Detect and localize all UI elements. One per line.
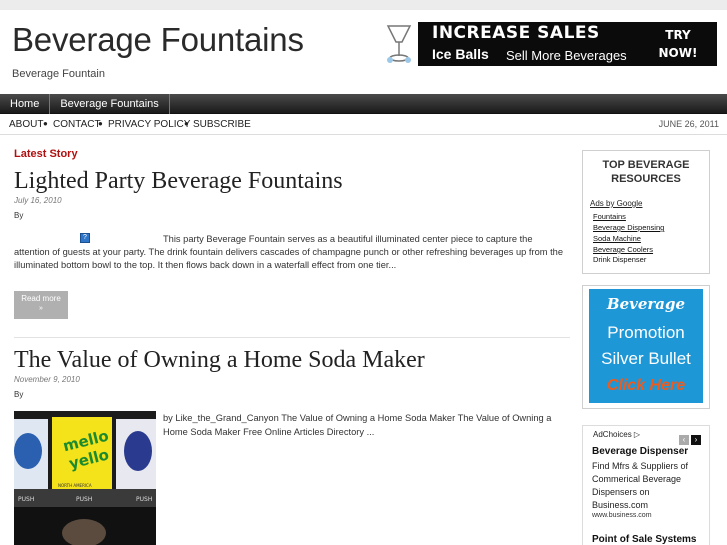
subnav-subscribe[interactable]: SUBSCRIBE (193, 119, 251, 130)
read-more-arrow: » (39, 305, 43, 312)
banner-tagline: Sell More Beverages (506, 48, 627, 63)
section-label: Latest Story (14, 148, 78, 160)
post-excerpt: This party Beverage Fountain serves as a… (14, 233, 570, 272)
prev-arrow-icon[interactable]: ‹ (679, 435, 689, 445)
current-date: JUNE 26, 2011 (658, 119, 719, 129)
promo-line3: Silver Bullet (601, 349, 691, 368)
text-ad-widget: AdChoices ▷ ‹ › Beverage Dispenser Find M… (582, 425, 710, 545)
subnav-separator: ● (184, 119, 189, 128)
resource-link[interactable]: Fountains (593, 212, 626, 221)
widget-heading: TOP BEVERAGE RESOURCES (583, 158, 709, 186)
soda-machine-image: mello yello NORTH AMERICA PUSH PUSH PUSH (14, 411, 156, 545)
top-resources-widget: TOP BEVERAGE RESOURCES Ads by Google Fou… (582, 150, 710, 274)
promo-widget: Beverage Promotion Silver Bullet Click H… (582, 285, 710, 409)
widget-heading-line1: TOP BEVERAGE (602, 159, 690, 171)
read-more-button[interactable]: Read more » (14, 291, 68, 319)
resource-link[interactable]: Drink Dispenser (593, 255, 646, 264)
soda-fountain-photo[interactable]: mello yello NORTH AMERICA PUSH PUSH PUSH (14, 411, 156, 545)
widget-heading-line2: RESOURCES (611, 173, 681, 185)
banner-headline: INCREASE SALES (432, 23, 600, 43)
adchoices-icon: ▷ (633, 430, 641, 439)
post-title[interactable]: Lighted Party Beverage Fountains (14, 168, 343, 195)
photo-label-push: PUSH (136, 496, 152, 503)
subnav-separator: ● (43, 119, 48, 128)
adchoices-link[interactable]: AdChoices ▷ (593, 430, 640, 439)
photo-label-push: PUSH (76, 496, 92, 503)
secondary-nav: ABOUT ● CONTACT ● PRIVACY POLICY ● SUBSC… (0, 115, 727, 135)
main-nav: Home Beverage Fountains (0, 94, 727, 114)
post-author: By (14, 390, 24, 399)
post-divider (14, 337, 570, 338)
subnav-separator: ● (98, 119, 103, 128)
promo-line1: Beverage (606, 295, 686, 313)
read-more-label: Read more (21, 294, 61, 303)
ads-by-google-link[interactable]: Ads by Google (590, 199, 642, 208)
photo-label-region: NORTH AMERICA (58, 483, 92, 488)
banner-cta-line1: TRY (665, 28, 691, 42)
subnav-about[interactable]: ABOUT (9, 119, 43, 130)
site-title[interactable]: Beverage Fountains (12, 21, 304, 59)
promo-banner[interactable]: Beverage Promotion Silver Bullet Click H… (589, 289, 703, 403)
ad-pager: ‹ › (677, 429, 701, 447)
resource-link[interactable]: Beverage Dispensing (593, 223, 664, 232)
nav-beverage-fountains[interactable]: Beverage Fountains (50, 94, 170, 114)
glass-icon (386, 25, 412, 63)
next-arrow-icon[interactable]: › (691, 435, 701, 445)
banner-brand: Ice Balls (432, 46, 489, 62)
banner-cta-line2: NOW! (658, 46, 698, 60)
adchoices-label: AdChoices (593, 430, 632, 439)
post-title[interactable]: The Value of Owning a Home Soda Maker (14, 347, 425, 374)
post-date: July 16, 2010 (14, 196, 62, 205)
ad-title[interactable]: Point of Sale Systems (592, 534, 696, 545)
banner-ad[interactable]: INCREASE SALES Ice Balls Sell More Bever… (382, 22, 717, 66)
nav-home[interactable]: Home (0, 94, 51, 114)
resource-link[interactable]: Beverage Coolers (593, 245, 653, 254)
subnav-contact[interactable]: CONTACT (53, 119, 101, 130)
top-strip (0, 0, 727, 10)
ad-url[interactable]: www.business.com (592, 512, 652, 519)
banner-cta[interactable]: TRY NOW! (652, 26, 704, 62)
subnav-privacy-policy[interactable]: PRIVACY POLICY (108, 119, 190, 130)
post-author: By (14, 211, 24, 220)
photo-label-push: PUSH (18, 496, 34, 503)
promo-line2: Promotion (607, 323, 685, 342)
ad-title[interactable]: Beverage Dispenser (592, 446, 688, 457)
site-description: Beverage Fountain (12, 68, 105, 80)
promo-click-here[interactable]: Click Here (589, 377, 703, 395)
resource-link[interactable]: Soda Machine (593, 234, 641, 243)
post-excerpt-text: This party Beverage Fountain serves as a… (14, 234, 564, 270)
ad-text: Find Mfrs & Suppliers of Commerical Beve… (592, 461, 689, 510)
post-excerpt: by Like_the_Grand_Canyon The Value of Ow… (163, 413, 552, 437)
post-date: November 9, 2010 (14, 375, 80, 384)
